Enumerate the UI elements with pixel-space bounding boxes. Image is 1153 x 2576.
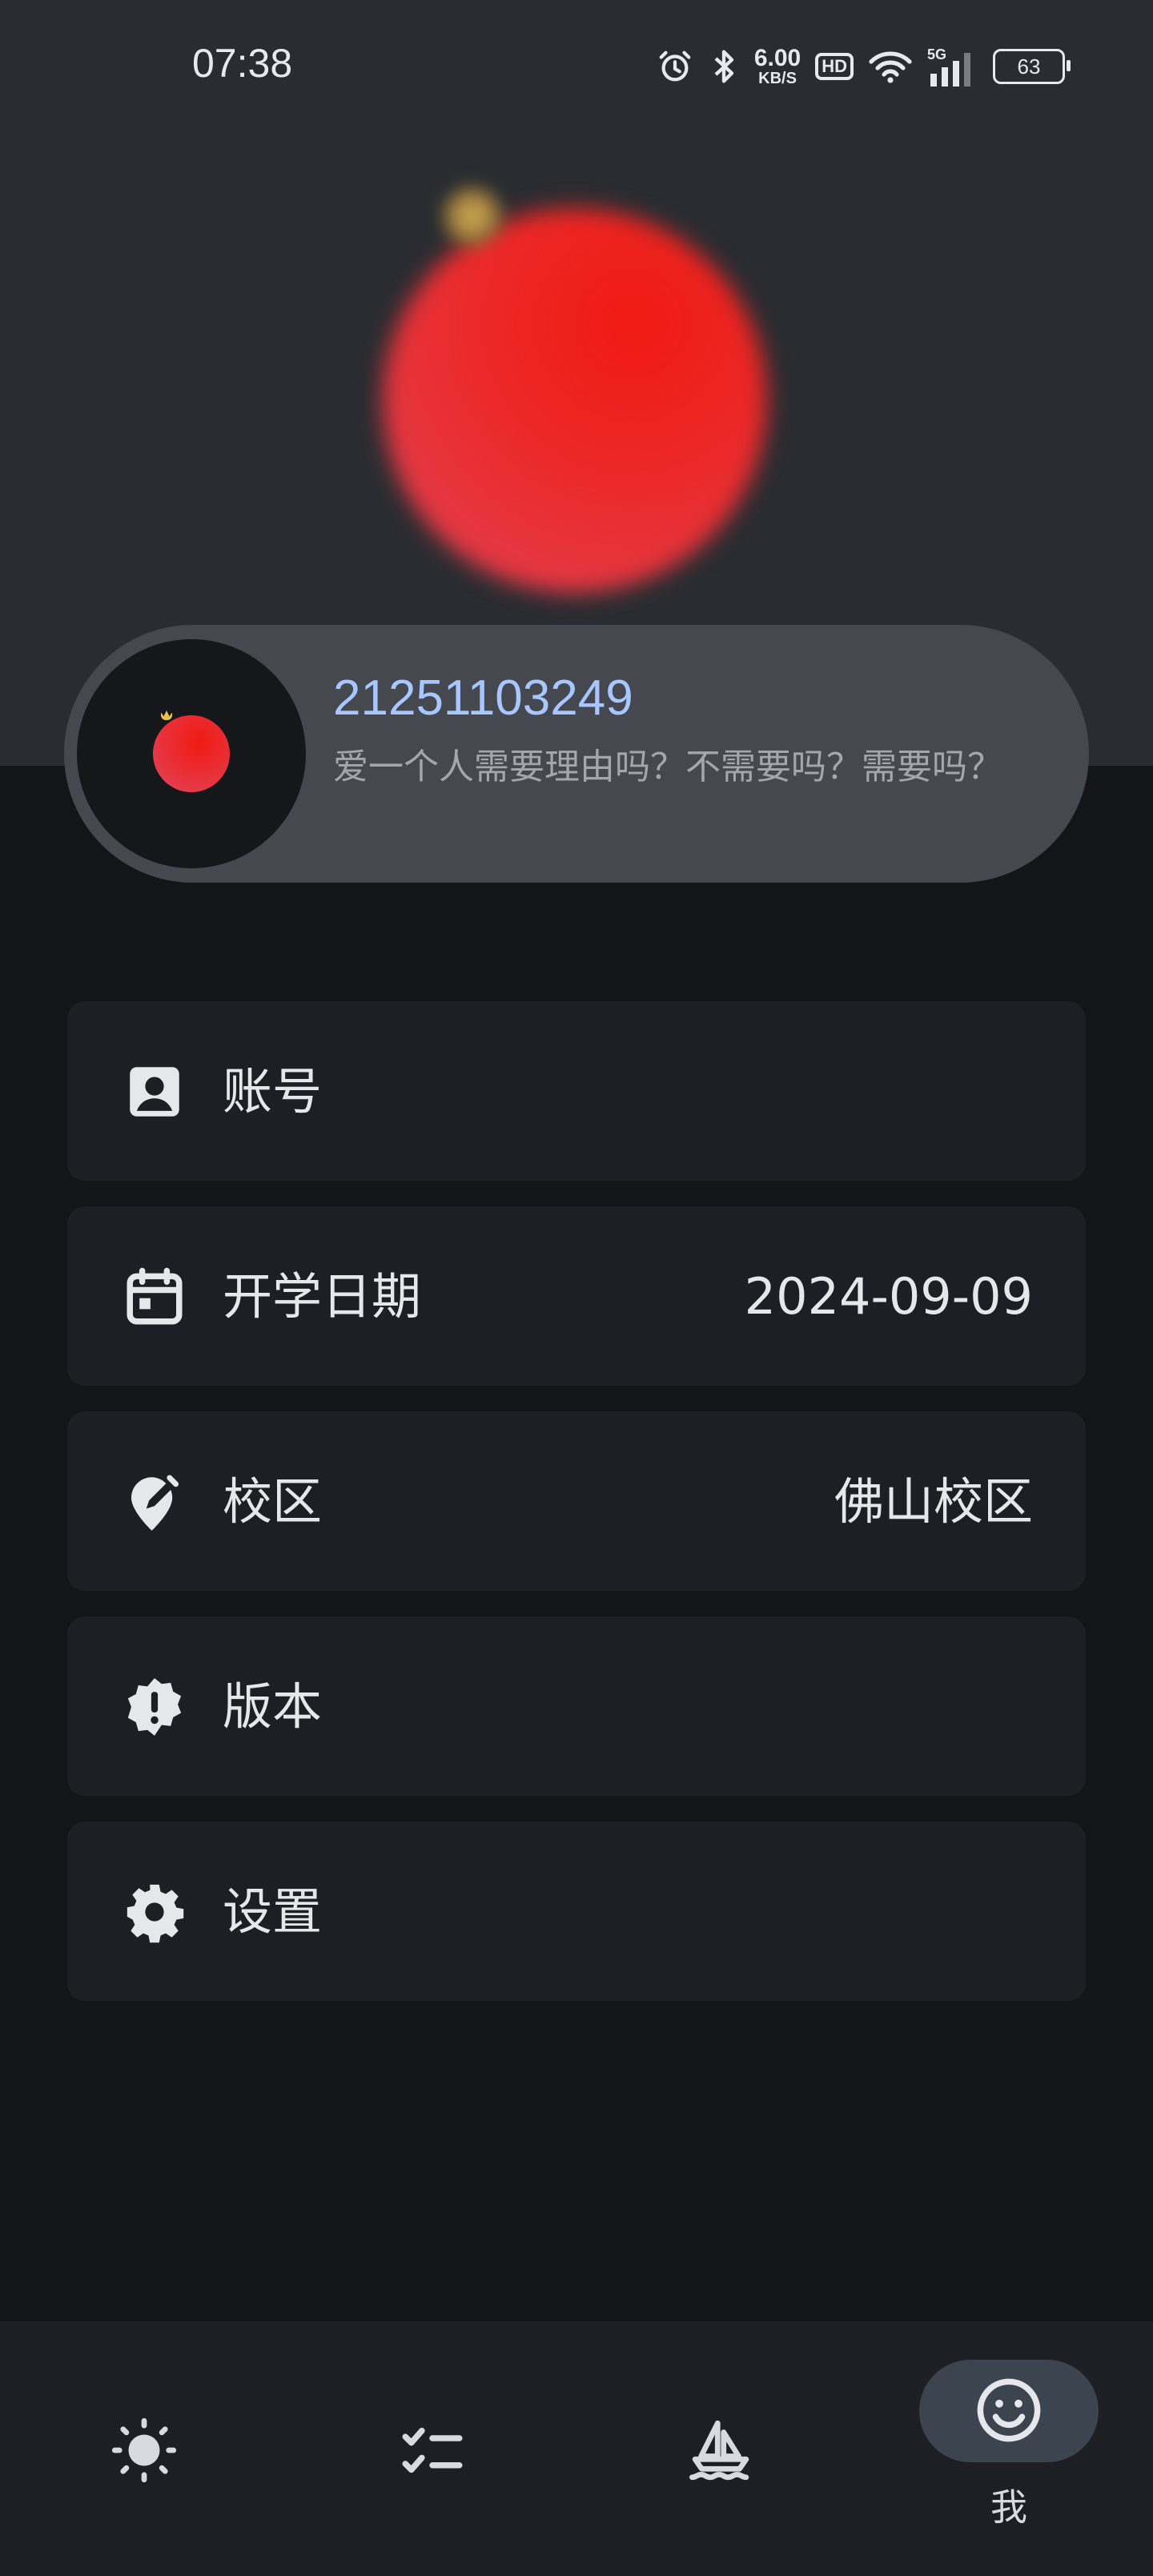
hero-apple-image <box>383 208 767 593</box>
status-time: 07:38 <box>192 41 293 86</box>
nav-item-discover[interactable] <box>576 2321 865 2576</box>
menu-item-value: 佛山校区 <box>834 1472 1033 1531</box>
svg-text:5G: 5G <box>927 46 946 62</box>
user-signature: 爱一个人需要理由吗？不需要吗？需要吗？ <box>333 747 1002 787</box>
location-edit-icon <box>131 1475 179 1531</box>
menu-item-label: 版本 <box>223 1677 323 1736</box>
menu-item-version[interactable]: 版本 <box>67 1616 1086 1796</box>
bluetooth-icon <box>708 46 740 87</box>
status-icons: 6.00 KB/S HD 5G 63 <box>657 38 1071 95</box>
nav-item-tasks[interactable] <box>288 2321 576 2576</box>
nav-item-weather[interactable] <box>0 2321 288 2576</box>
menu-item-label: 账号 <box>223 1062 323 1121</box>
net-speed-value: 6.00 <box>753 45 801 71</box>
gear-icon <box>127 1884 184 1943</box>
alarm-icon <box>657 48 693 85</box>
checklist-icon <box>402 2427 463 2473</box>
menu-item-start-date[interactable]: 开学日期 2024-09-09 <box>67 1206 1086 1386</box>
user-id: 21251103249 <box>333 670 633 726</box>
calendar-icon <box>127 1267 183 1325</box>
menu-item-label: 设置 <box>223 1882 323 1941</box>
net-speed-unit: KB/S <box>758 70 797 87</box>
hero-apple-leaf <box>440 184 504 248</box>
status-bar: 07:38 6.00 KB/S HD 5G 63 <box>0 0 1153 136</box>
battery-icon: 63 <box>993 49 1071 84</box>
sailboat-icon <box>689 2420 749 2481</box>
avatar[interactable] <box>77 639 306 868</box>
nav-item-me[interactable]: 我 <box>865 2321 1153 2576</box>
menu-item-settings[interactable]: 设置 <box>67 1821 1086 2001</box>
profile-card[interactable]: 21251103249 爱一个人需要理由吗？不需要吗？需要吗？ <box>64 625 1089 883</box>
account-box-icon <box>130 1067 179 1117</box>
wifi-icon <box>868 48 913 85</box>
menu-item-value: 2024-09-09 <box>744 1267 1033 1326</box>
smiley-icon <box>977 2378 1041 2442</box>
menu-item-label: 开学日期 <box>223 1267 422 1326</box>
alert-badge-icon <box>127 1678 182 1736</box>
avatar-apple-icon <box>153 715 230 792</box>
menu-item-label: 校区 <box>223 1472 323 1531</box>
hd-badge: HD <box>815 53 854 80</box>
sun-icon <box>111 2417 177 2483</box>
bottom-nav: 我 <box>0 2321 1153 2576</box>
signal-icon: 5G <box>927 46 978 87</box>
net-speed: 6.00 KB/S <box>754 46 801 87</box>
menu-item-account[interactable]: 账号 <box>67 1001 1086 1181</box>
nav-label: 我 <box>990 2485 1027 2529</box>
menu-item-campus[interactable]: 校区 佛山校区 <box>67 1411 1086 1591</box>
